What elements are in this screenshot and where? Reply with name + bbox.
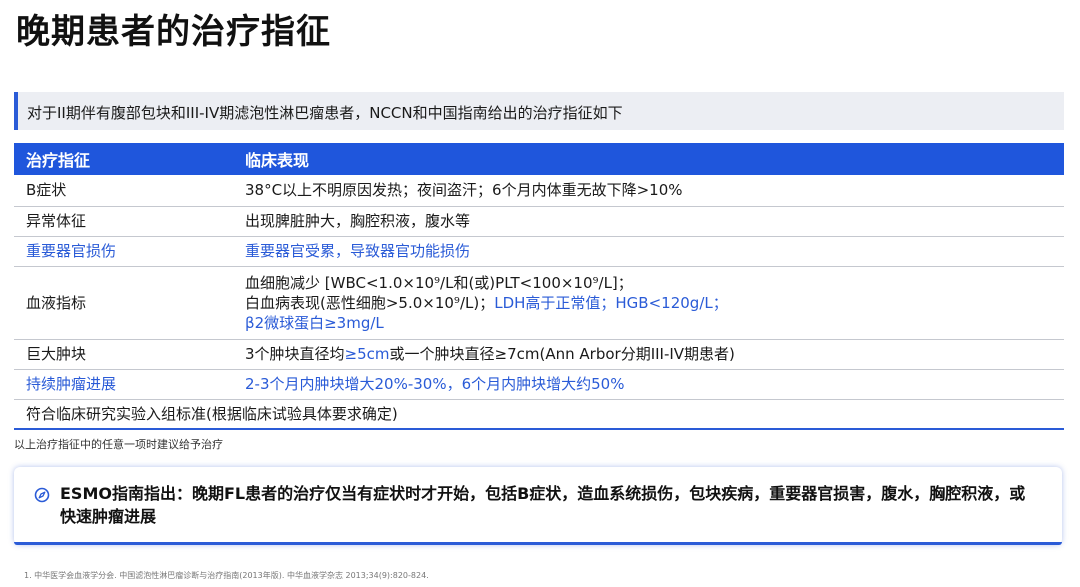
row-desc: 3个肿块直径均≥5cm或一个肿块直径≥7cm(Ann Arbor分期III-IV…	[235, 339, 1064, 370]
esmo-text: ESMO指南指出：晚期FL患者的治疗仅当有症状时才开始，包括B症状，造血系统损伤…	[60, 484, 1026, 526]
row-label: 持续肿瘤进展	[14, 369, 235, 400]
desc-text: 3个肿块直径均	[245, 345, 345, 363]
row-desc: 出现脾脏肿大，胸腔积液，腹水等	[235, 206, 1064, 237]
callout-accent-bar	[14, 542, 1062, 545]
table-header-row: 治疗指征 临床表现	[14, 143, 1064, 175]
compass-icon	[34, 487, 50, 503]
intro-text: 对于II期伴有腹部包块和III-IV期滤泡性淋巴瘤患者，NCCN和中国指南给出的…	[27, 104, 623, 122]
table-row: 符合临床研究实验入组标准(根据临床试验具体要求确定)	[14, 399, 1064, 430]
row-desc: 2-3个月内肿块增大20%-30%，6个月内肿块增大约50%	[235, 369, 1064, 400]
desc-line: 血细胞减少 [WBC<1.0×10⁹/L和(或)PLT<100×10⁹/L]；	[245, 273, 633, 292]
row-label: 重要器官损伤	[14, 236, 235, 267]
table-row: 重要器官损伤 重要器官受累，导致器官功能损伤	[14, 236, 1064, 267]
row-label: 血液指标	[14, 266, 235, 340]
esmo-callout: ESMO指南指出：晚期FL患者的治疗仅当有症状时才开始，包括B症状，造血系统损伤…	[14, 467, 1062, 545]
desc-highlight: ≥5cm	[344, 345, 390, 363]
row-desc: 重要器官受累，导致器官功能损伤	[235, 236, 1064, 267]
row-label: 符合临床研究实验入组标准(根据临床试验具体要求确定)	[14, 399, 1064, 430]
desc-line: 白血病表现(恶性细胞>5.0×10⁹/L)；LDH高于正常值；HGB<120g/…	[245, 293, 1064, 313]
header-clinical: 临床表现	[235, 143, 1064, 175]
table-row: 巨大肿块 3个肿块直径均≥5cm或一个肿块直径≥7cm(Ann Arbor分期I…	[14, 339, 1064, 370]
page-title: 晚期患者的治疗指征	[16, 12, 331, 52]
desc-line: β2微球蛋白≥3mg/L	[245, 313, 384, 332]
row-label: B症状	[14, 175, 235, 207]
desc-highlight: LDH高于正常值；HGB<120g/L；	[494, 293, 728, 312]
table-row: 异常体征 出现脾脏肿大，胸腔积液，腹水等	[14, 206, 1064, 237]
desc-text: 白血病表现(恶性细胞>5.0×10⁹/L)；	[245, 293, 495, 312]
row-desc: 38°C以上不明原因发热；夜间盗汗；6个月内体重无故下降>10%	[235, 175, 1064, 207]
intro-banner: 对于II期伴有腹部包块和III-IV期滤泡性淋巴瘤患者，NCCN和中国指南给出的…	[14, 92, 1064, 130]
reference-citation: 1. 中华医学会血液学分会. 中国滤泡性淋巴瘤诊断与治疗指南(2013年版). …	[24, 571, 429, 580]
desc-text: 或一个肿块直径≥7cm(Ann Arbor分期III-IV期患者)	[389, 345, 735, 363]
row-desc: 血细胞减少 [WBC<1.0×10⁹/L和(或)PLT<100×10⁹/L]； …	[235, 266, 1064, 340]
footnote: 以上治疗指征中的任意一项时建议给予治疗	[14, 438, 223, 451]
table-row: B症状 38°C以上不明原因发热；夜间盗汗；6个月内体重无故下降>10%	[14, 175, 1064, 207]
row-label: 异常体征	[14, 206, 235, 237]
indications-table: 治疗指征 临床表现 B症状 38°C以上不明原因发热；夜间盗汗；6个月内体重无故…	[14, 143, 1064, 430]
table-row: 血液指标 血细胞减少 [WBC<1.0×10⁹/L和(或)PLT<100×10⁹…	[14, 266, 1064, 340]
header-indication: 治疗指征	[14, 143, 235, 175]
row-label: 巨大肿块	[14, 339, 235, 370]
table-row: 持续肿瘤进展 2-3个月内肿块增大20%-30%，6个月内肿块增大约50%	[14, 369, 1064, 400]
